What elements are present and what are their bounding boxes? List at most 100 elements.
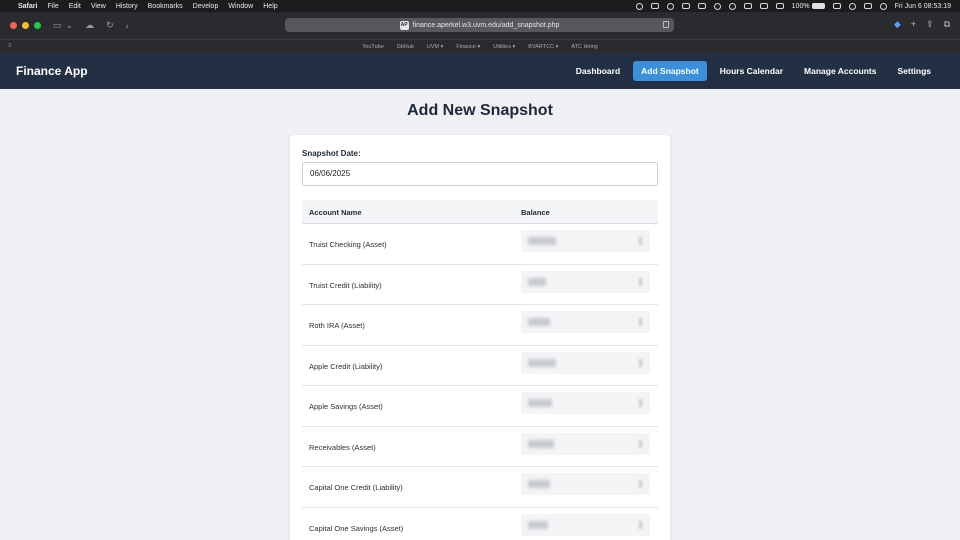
clock[interactable]: Fri Jun 6 08:53:19 (895, 3, 951, 10)
redacted-balance (528, 237, 556, 245)
stepper-icon[interactable] (639, 358, 642, 367)
url-text: finance.aperkel.w3.uvm.edu/add_snapshot.… (412, 21, 560, 29)
stepper-icon[interactable] (639, 318, 642, 326)
snapshot-date-input[interactable]: 06/06/2025 (302, 162, 658, 186)
search-icon[interactable] (848, 2, 856, 10)
redacted-balance (528, 520, 548, 529)
favorites-bar: ≡ YouTube GitHub UVM ▾ Finance ▾ Utiliti… (0, 39, 960, 53)
balance-input[interactable] (521, 311, 650, 333)
redacted-balance (528, 480, 550, 488)
tab-overview-icon[interactable]: ⧉ (944, 19, 950, 30)
nav-links: Dashboard Add Snapshot Hours Calendar Manag… (563, 61, 939, 81)
menu-file[interactable]: File (47, 3, 58, 10)
column-header-account-name: Account Name (309, 208, 362, 217)
balance-input[interactable] (521, 513, 650, 536)
address-bar[interactable]: AP finance.aperkel.w3.uvm.edu/add_snapsh… (285, 18, 674, 32)
cloud-icon[interactable] (666, 2, 674, 10)
redacted-balance (528, 318, 550, 326)
redacted-balance (528, 399, 552, 407)
bluetooth-icon[interactable] (775, 3, 784, 9)
code-icon[interactable] (681, 3, 690, 9)
sidebar-toggle-icon[interactable]: ▭ (53, 20, 62, 31)
account-name: Truist Credit (Liability) (309, 280, 382, 290)
back-icon[interactable]: ‹ (126, 21, 129, 31)
redacted-balance (528, 439, 554, 448)
balance-input[interactable] (521, 270, 650, 293)
favorite-utilities[interactable]: Utilities ▾ (493, 44, 515, 50)
user-icon[interactable] (879, 2, 887, 10)
favorite-uvm[interactable]: UVM ▾ (427, 44, 444, 50)
battery-icon (811, 3, 825, 9)
new-tab-icon[interactable]: + (911, 19, 916, 30)
close-window-button[interactable] (10, 22, 17, 29)
control-center-icon[interactable] (863, 3, 872, 9)
favorite-bvartcc[interactable]: BVARTCC ▾ (528, 44, 558, 50)
wifi-icon[interactable] (832, 3, 841, 9)
balance-input[interactable] (521, 432, 650, 455)
nav-add-snapshot[interactable]: Add Snapshot (633, 61, 707, 81)
volume-icon[interactable] (759, 3, 768, 9)
stepper-icon[interactable] (639, 399, 642, 407)
accounts-table-body: Truist Checking (Asset) Truist Credit (Li… (302, 224, 658, 540)
reload-icon[interactable]: ↻ (106, 20, 114, 31)
column-header-balance: Balance (521, 208, 550, 217)
extension-icon[interactable] (650, 3, 659, 9)
minimize-window-button[interactable] (22, 22, 29, 29)
balance-input[interactable] (521, 473, 650, 495)
menu-view[interactable]: View (91, 3, 106, 10)
redacted-balance (528, 277, 546, 286)
nav-settings[interactable]: Settings (889, 61, 939, 81)
chevron-down-icon[interactable]: ⌄ (66, 20, 74, 31)
privacy-shield-icon[interactable] (663, 21, 669, 28)
table-row: Apple Savings (Asset) (302, 386, 658, 427)
status-icon[interactable] (635, 2, 643, 10)
stepper-icon[interactable] (639, 277, 642, 286)
table-row: Truist Credit (Liability) (302, 265, 658, 305)
app-brand[interactable]: Finance App (16, 64, 88, 78)
table-row: Capital One Credit (Liability) (302, 467, 658, 508)
account-name: Apple Credit (Liability) (309, 361, 383, 371)
nav-dashboard[interactable]: Dashboard (568, 61, 628, 81)
table-row: Receivables (Asset) (302, 427, 658, 467)
table-row: Roth IRA (Asset) (302, 305, 658, 346)
balance-input[interactable] (521, 351, 650, 374)
nav-hours-calendar[interactable]: Hours Calendar (712, 61, 791, 81)
stepper-icon[interactable] (639, 439, 642, 448)
snapshot-form-card: Snapshot Date: 06/06/2025 Account Name B… (290, 135, 670, 540)
favorite-youtube[interactable]: YouTube (362, 44, 384, 50)
balance-input[interactable] (521, 392, 650, 414)
stepper-icon[interactable] (639, 237, 642, 245)
macos-menubar: Safari File Edit View History Bookmarks … (0, 0, 960, 12)
favorite-atc-hiring[interactable]: ATC Hiring (571, 44, 598, 50)
menu-help[interactable]: Help (263, 3, 277, 10)
battery-indicator[interactable]: 100% (792, 3, 825, 10)
menu-icon[interactable]: ≡ (8, 43, 12, 49)
account-name: Truist Checking (Asset) (309, 240, 387, 249)
nav-manage-accounts[interactable]: Manage Accounts (796, 61, 884, 81)
favorite-github[interactable]: GitHub (397, 44, 414, 50)
shirt-icon[interactable] (697, 3, 706, 9)
stepper-icon[interactable] (639, 480, 642, 488)
app-status-icon[interactable] (728, 2, 736, 10)
menu-app-name[interactable]: Safari (18, 3, 37, 10)
pocket-icon[interactable]: ◆ (894, 19, 901, 30)
browser-toolbar: ▭ ⌄ ☁ ↻ ‹ AP finance.aperkel.w3.uvm.edu/… (0, 12, 960, 39)
menu-edit[interactable]: Edit (69, 3, 81, 10)
menu-bookmarks[interactable]: Bookmarks (148, 3, 183, 10)
menu-window[interactable]: Window (228, 3, 253, 10)
sync-icon[interactable] (713, 2, 721, 10)
table-row: Apple Credit (Liability) (302, 346, 658, 386)
favorite-finance[interactable]: Finance ▾ (456, 44, 480, 50)
zoom-window-button[interactable] (34, 22, 41, 29)
account-name: Roth IRA (Asset) (309, 321, 365, 330)
stepper-icon[interactable] (639, 520, 642, 529)
display-icon[interactable] (743, 3, 752, 9)
menu-develop[interactable]: Develop (193, 3, 219, 10)
balance-input[interactable] (521, 230, 650, 252)
menu-history[interactable]: History (116, 3, 138, 10)
share-icon[interactable]: ⇪ (926, 19, 934, 30)
icloud-tabs-icon[interactable]: ☁ (85, 20, 94, 31)
app-navbar: Finance App Dashboard Add Snapshot Hours C… (0, 53, 960, 89)
table-row: Capital One Savings (Asset) (302, 508, 658, 540)
page-title: Add New Snapshot (407, 102, 553, 119)
